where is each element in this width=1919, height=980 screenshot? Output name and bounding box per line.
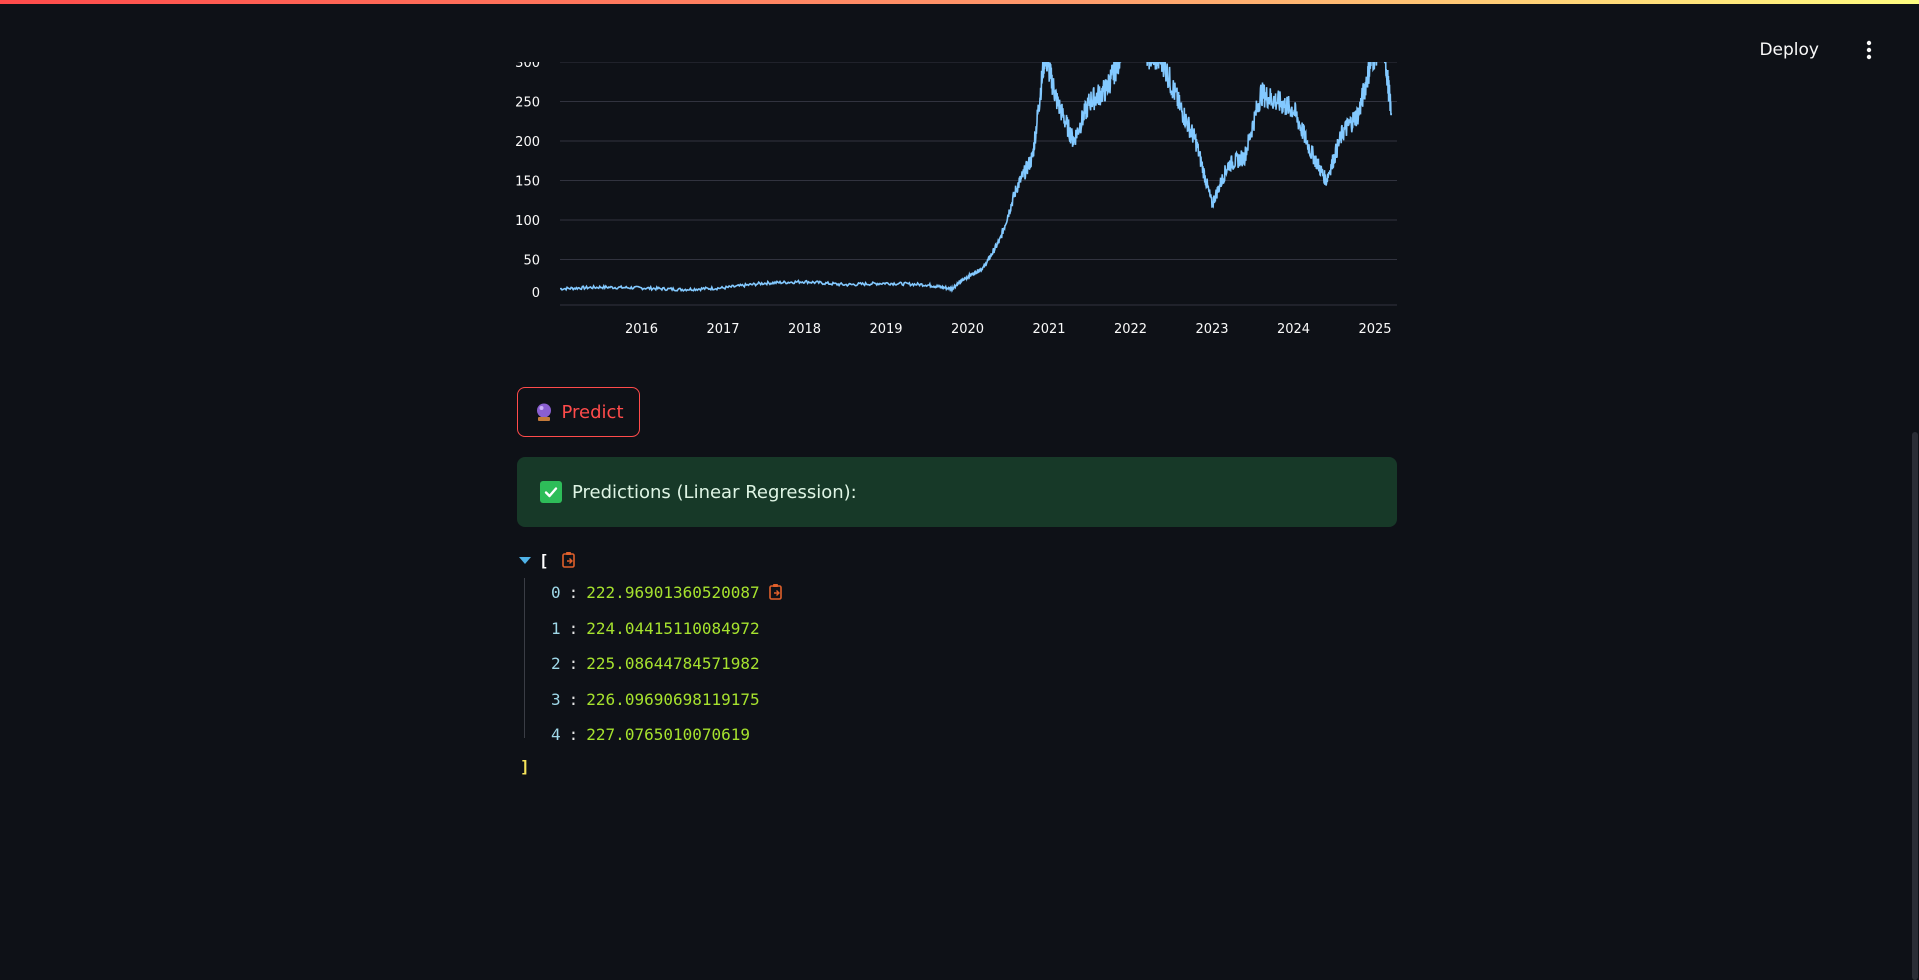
x-tick-label: 2020 bbox=[951, 322, 984, 337]
json-item[interactable]: 4 : 227.0765010070619 bbox=[551, 722, 750, 746]
json-open-bracket: [ bbox=[539, 550, 549, 570]
x-tick-label: 2019 bbox=[869, 322, 902, 337]
json-item[interactable]: 0 : 222.96901360520087 bbox=[551, 580, 784, 604]
json-item-value: 227.0765010070619 bbox=[586, 724, 751, 744]
json-colon: : bbox=[568, 582, 579, 602]
x-tick-label: 2025 bbox=[1358, 322, 1391, 337]
success-alert: Predictions (Linear Regression): bbox=[517, 457, 1397, 527]
predict-button-label: Predict bbox=[561, 401, 624, 423]
json-item-value: 222.96901360520087 bbox=[586, 582, 760, 602]
json-item-index: 1 bbox=[551, 618, 561, 638]
y-tick-label: 100 bbox=[515, 214, 540, 229]
x-tick-label: 2018 bbox=[788, 322, 821, 337]
json-indent-guide bbox=[524, 578, 525, 738]
json-colon: : bbox=[568, 618, 579, 638]
scrollbar-thumb[interactable] bbox=[1912, 432, 1918, 980]
json-item-index: 4 bbox=[551, 724, 561, 744]
json-item-index: 2 bbox=[551, 653, 561, 673]
price-chart[interactable]: 0 50 100 150 200 250 300 2016 2017 2018 2019 2020 20… bbox=[500, 56, 1400, 352]
x-tick-label: 2022 bbox=[1114, 322, 1147, 337]
json-item-value: 226.09690698119175 bbox=[586, 689, 760, 709]
json-item-value: 225.08644784571982 bbox=[586, 653, 760, 673]
success-alert-text: Predictions (Linear Regression): bbox=[572, 481, 857, 503]
json-close-bracket: ] bbox=[520, 756, 530, 776]
y-tick-label: 300 bbox=[515, 62, 540, 71]
x-tick-label: 2016 bbox=[625, 322, 658, 337]
x-tick-label: 2017 bbox=[706, 322, 739, 337]
y-tick-label: 200 bbox=[515, 135, 540, 150]
y-tick-label: 150 bbox=[515, 175, 540, 190]
json-item-index: 0 bbox=[551, 582, 561, 602]
json-colon: : bbox=[568, 653, 579, 673]
collapse-toggle-icon[interactable] bbox=[519, 556, 531, 564]
json-root-line: [ bbox=[519, 548, 577, 572]
line-chart-svg: 0 50 100 150 200 250 300 2016 2017 2018 2019 2020 20… bbox=[515, 56, 1397, 337]
json-colon: : bbox=[568, 724, 579, 744]
json-item[interactable]: 3 : 226.09690698119175 bbox=[551, 687, 760, 711]
predict-button[interactable]: Predict bbox=[517, 387, 640, 437]
series-line bbox=[560, 62, 1393, 293]
deploy-button[interactable]: Deploy bbox=[1747, 32, 1831, 68]
x-tick-label: 2021 bbox=[1032, 322, 1065, 337]
copy-icon[interactable] bbox=[768, 583, 784, 601]
json-close-line: ] bbox=[520, 754, 530, 778]
json-colon: : bbox=[568, 689, 579, 709]
x-tick-label: 2024 bbox=[1277, 322, 1310, 337]
json-item[interactable]: 1 : 224.04415110084972 bbox=[551, 616, 760, 640]
json-item[interactable]: 2 : 225.08644784571982 bbox=[551, 651, 760, 675]
more-vertical-icon[interactable] bbox=[1857, 38, 1881, 62]
x-tick-label: 2023 bbox=[1195, 322, 1228, 337]
y-tick-label: 250 bbox=[515, 96, 540, 111]
copy-icon[interactable] bbox=[561, 551, 577, 569]
y-tick-label: 50 bbox=[523, 254, 540, 269]
json-item-value: 224.04415110084972 bbox=[586, 618, 760, 638]
check-box-icon bbox=[540, 481, 562, 503]
crystal-ball-icon bbox=[534, 402, 554, 422]
app-header: Deploy bbox=[1519, 4, 1919, 92]
json-item-index: 3 bbox=[551, 689, 561, 709]
page-scrollbar[interactable] bbox=[1911, 0, 1919, 980]
y-tick-label: 0 bbox=[532, 286, 540, 301]
